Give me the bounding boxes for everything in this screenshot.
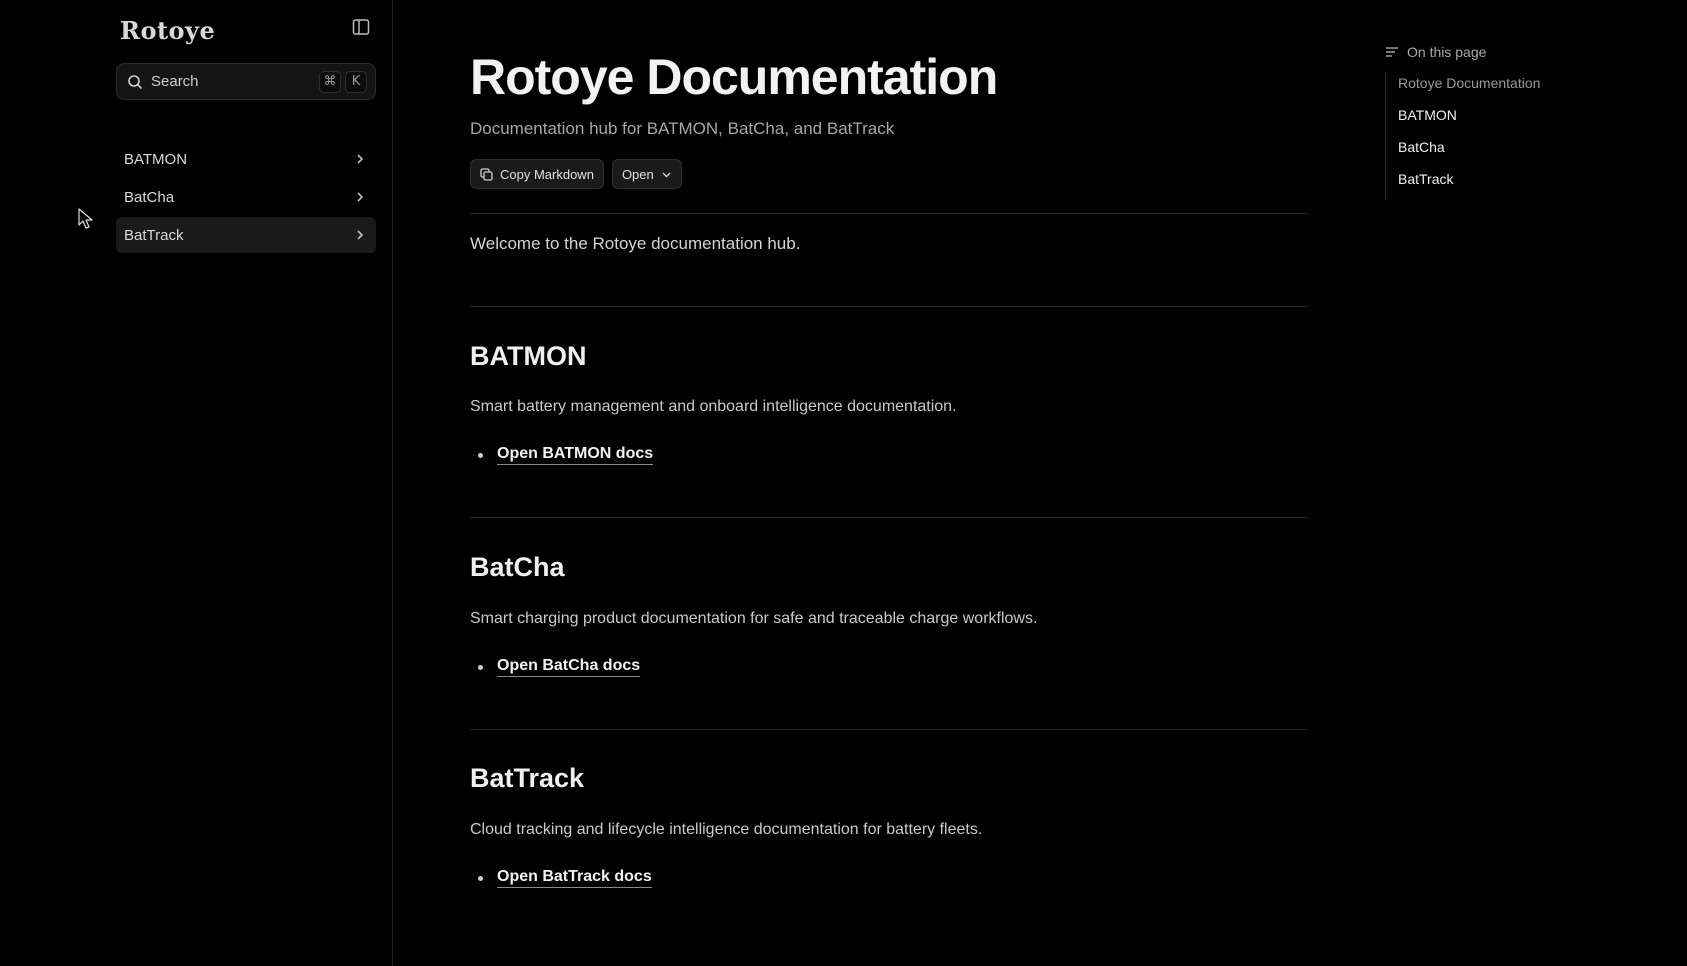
sidebar-nav: BATMON BatCha BatTrack bbox=[116, 141, 376, 255]
section-description-batmon: Smart battery management and onboard int… bbox=[470, 398, 957, 415]
bullet-icon bbox=[478, 452, 483, 458]
list-item: Open BatTrack docs bbox=[478, 868, 652, 888]
rotoye-logo[interactable]: Rotoye bbox=[120, 16, 215, 45]
toc-heading: On this page bbox=[1385, 44, 1645, 60]
shortcut-command-key: ⌘ bbox=[319, 70, 341, 93]
sidebar-item-batcha[interactable]: BatCha bbox=[116, 179, 376, 215]
sidebar: Rotoye Search ⌘ K BATMON BatCha BatTrack bbox=[0, 0, 393, 966]
page-title: Rotoye Documentation bbox=[470, 49, 998, 105]
divider bbox=[470, 517, 1308, 518]
chevron-down-icon bbox=[662, 172, 671, 177]
copy-markdown-label: Copy Markdown bbox=[500, 166, 594, 182]
toc-link-battrack[interactable]: BatTrack bbox=[1398, 168, 1645, 200]
chevron-right-icon bbox=[357, 192, 364, 202]
list-item: Open BatCha docs bbox=[478, 657, 641, 677]
open-batmon-docs-link[interactable]: Open BATMON docs bbox=[497, 445, 654, 465]
section-description-batcha: Smart charging product documentation for… bbox=[470, 610, 1038, 627]
sidebar-item-label: BATMON bbox=[124, 150, 188, 168]
page-subtitle: Documentation hub for BATMON, BatCha, an… bbox=[470, 119, 895, 138]
section-description-battrack: Cloud tracking and lifecycle intelligenc… bbox=[470, 821, 983, 838]
list-icon bbox=[1386, 47, 1398, 57]
open-label: Open bbox=[621, 166, 654, 182]
bullet-icon bbox=[478, 875, 483, 881]
section-heading-batcha: BatCha bbox=[470, 552, 565, 582]
toc-heading-label: On this page bbox=[1407, 44, 1487, 60]
toc-list: Rotoye Documentation BATMON BatCha BatTr… bbox=[1385, 72, 1645, 200]
sidebar-toggle-icon[interactable] bbox=[352, 18, 370, 36]
sidebar-item-battrack[interactable]: BatTrack bbox=[116, 217, 376, 253]
sidebar-item-label: BatTrack bbox=[124, 226, 184, 244]
copy-markdown-button[interactable]: Copy Markdown bbox=[470, 159, 604, 189]
shortcut-k-key: K bbox=[345, 70, 367, 93]
chevron-right-icon bbox=[357, 230, 364, 240]
divider bbox=[470, 729, 1308, 730]
bullet-icon bbox=[478, 664, 483, 670]
divider bbox=[470, 306, 1308, 307]
toc-link-rotoye-documentation[interactable]: Rotoye Documentation bbox=[1398, 72, 1645, 104]
search-placeholder: Search bbox=[151, 73, 199, 90]
search-icon bbox=[128, 74, 143, 89]
toc-link-batmon[interactable]: BATMON bbox=[1398, 104, 1645, 136]
open-batcha-docs-link[interactable]: Open BatCha docs bbox=[497, 657, 641, 677]
chevron-right-icon bbox=[357, 154, 364, 164]
search-input[interactable]: Search ⌘ K bbox=[116, 63, 376, 100]
copy-icon bbox=[480, 167, 493, 181]
page-actions: Copy Markdown Open bbox=[470, 159, 682, 189]
welcome-text: Welcome to the Rotoye documentation hub. bbox=[470, 234, 801, 253]
open-battrack-docs-link[interactable]: Open BatTrack docs bbox=[497, 868, 652, 888]
section-heading-batmon: BATMON bbox=[470, 341, 587, 371]
mouse-cursor-icon bbox=[78, 208, 93, 229]
divider bbox=[470, 213, 1308, 214]
table-of-contents: On this page Rotoye Documentation BATMON… bbox=[1385, 44, 1645, 200]
toc-link-batcha[interactable]: BatCha bbox=[1398, 136, 1645, 168]
sidebar-item-batmon[interactable]: BATMON bbox=[116, 141, 376, 177]
list-item: Open BATMON docs bbox=[478, 445, 654, 465]
open-dropdown-button[interactable]: Open bbox=[611, 159, 682, 189]
sidebar-item-label: BatCha bbox=[124, 188, 175, 206]
section-heading-battrack: BatTrack bbox=[470, 763, 585, 793]
